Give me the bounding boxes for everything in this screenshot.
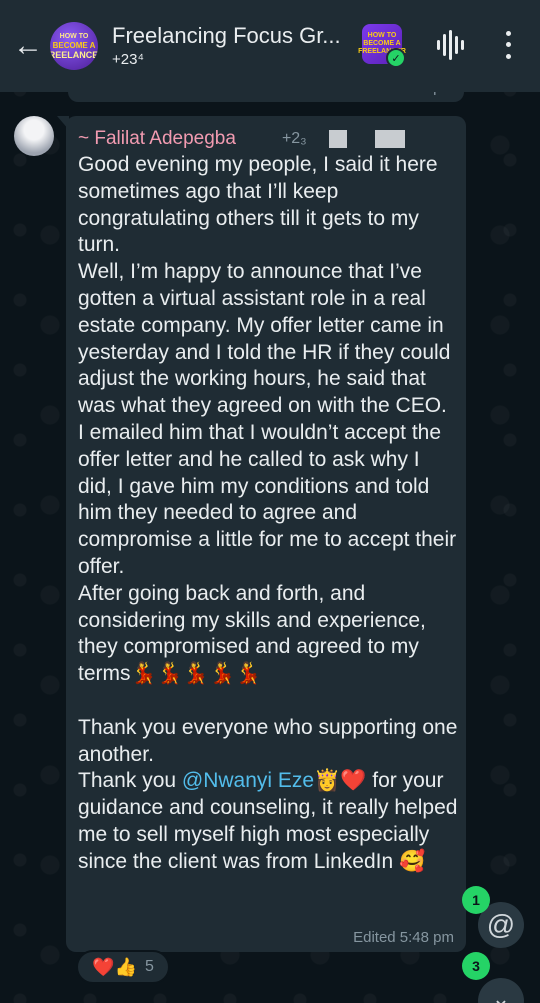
check-badge-icon: ✓	[386, 48, 406, 68]
message-bubble[interactable]: ~ Falilat Adepegba +2₃ Good evening my p…	[57, 116, 466, 952]
avatar-text-line: BECOME A	[52, 40, 96, 50]
group-avatar[interactable]: HOW TO BECOME A FREELANCER	[50, 22, 98, 70]
group-title: Freelancing Focus Gr...	[112, 23, 341, 48]
message-paragraph: Thank you @Nwanyi Eze👸❤️ for your guidan…	[78, 768, 458, 875]
message-paragraph: Good evening my people, I said it here s…	[78, 153, 438, 257]
message-text: Good evening my people, I said it here s…	[78, 152, 458, 876]
sender-avatar[interactable]	[14, 116, 54, 156]
dancer-emojis: 💃💃💃💃💃	[130, 662, 262, 686]
message-paragraph: Well, I’m happy to announce that I’ve go…	[78, 260, 451, 418]
more-options-icon[interactable]	[496, 28, 520, 62]
voice-chat-icon[interactable]	[436, 30, 464, 60]
mention-link[interactable]: @Nwanyi Eze	[182, 769, 314, 792]
redaction-box	[328, 130, 347, 148]
reaction-count: 5	[144, 958, 154, 975]
message-paragraph: I emailed him that I wouldn’t accept the…	[78, 420, 457, 578]
sender-phone: +2₃	[281, 130, 307, 147]
reactions-pill[interactable]: ❤️👍 5	[76, 950, 170, 984]
message-paragraph: After going back and forth, and consider…	[78, 581, 458, 688]
chat-header: ← HOW TO BECOME A FREELANCER Freelancing…	[0, 0, 540, 92]
at-sign-icon: @	[486, 909, 516, 940]
back-arrow-icon[interactable]: ←	[8, 26, 48, 66]
mention-emojis: 👸❤️	[314, 769, 367, 793]
message-status: Edited 5:48 pm	[353, 929, 454, 946]
sender-row: ~ Falilat Adepegba +2₃	[78, 126, 454, 152]
redaction-box	[374, 130, 405, 148]
group-title-block[interactable]: Freelancing Focus Gr... +23⁴	[112, 22, 362, 70]
chevron-down-icon: ⌄	[491, 986, 511, 1003]
avatar-text-line: FREELANCER	[50, 49, 98, 60]
message-paragraph: Thank you everyone who supporting one an…	[78, 715, 458, 766]
mention-count-badge: 1	[462, 886, 490, 914]
reaction-emojis: ❤️👍	[92, 956, 137, 977]
group-subtitle: +23⁴	[112, 51, 144, 68]
message-text-fragment: Thank you	[78, 769, 182, 793]
sender-name[interactable]: ~ Falilat Adepegba	[78, 128, 236, 150]
avatar-text-line: HOW TO	[59, 32, 89, 40]
smiling-hearts-emoji: 🥰	[399, 849, 426, 873]
unread-count-badge: 3	[462, 952, 490, 980]
